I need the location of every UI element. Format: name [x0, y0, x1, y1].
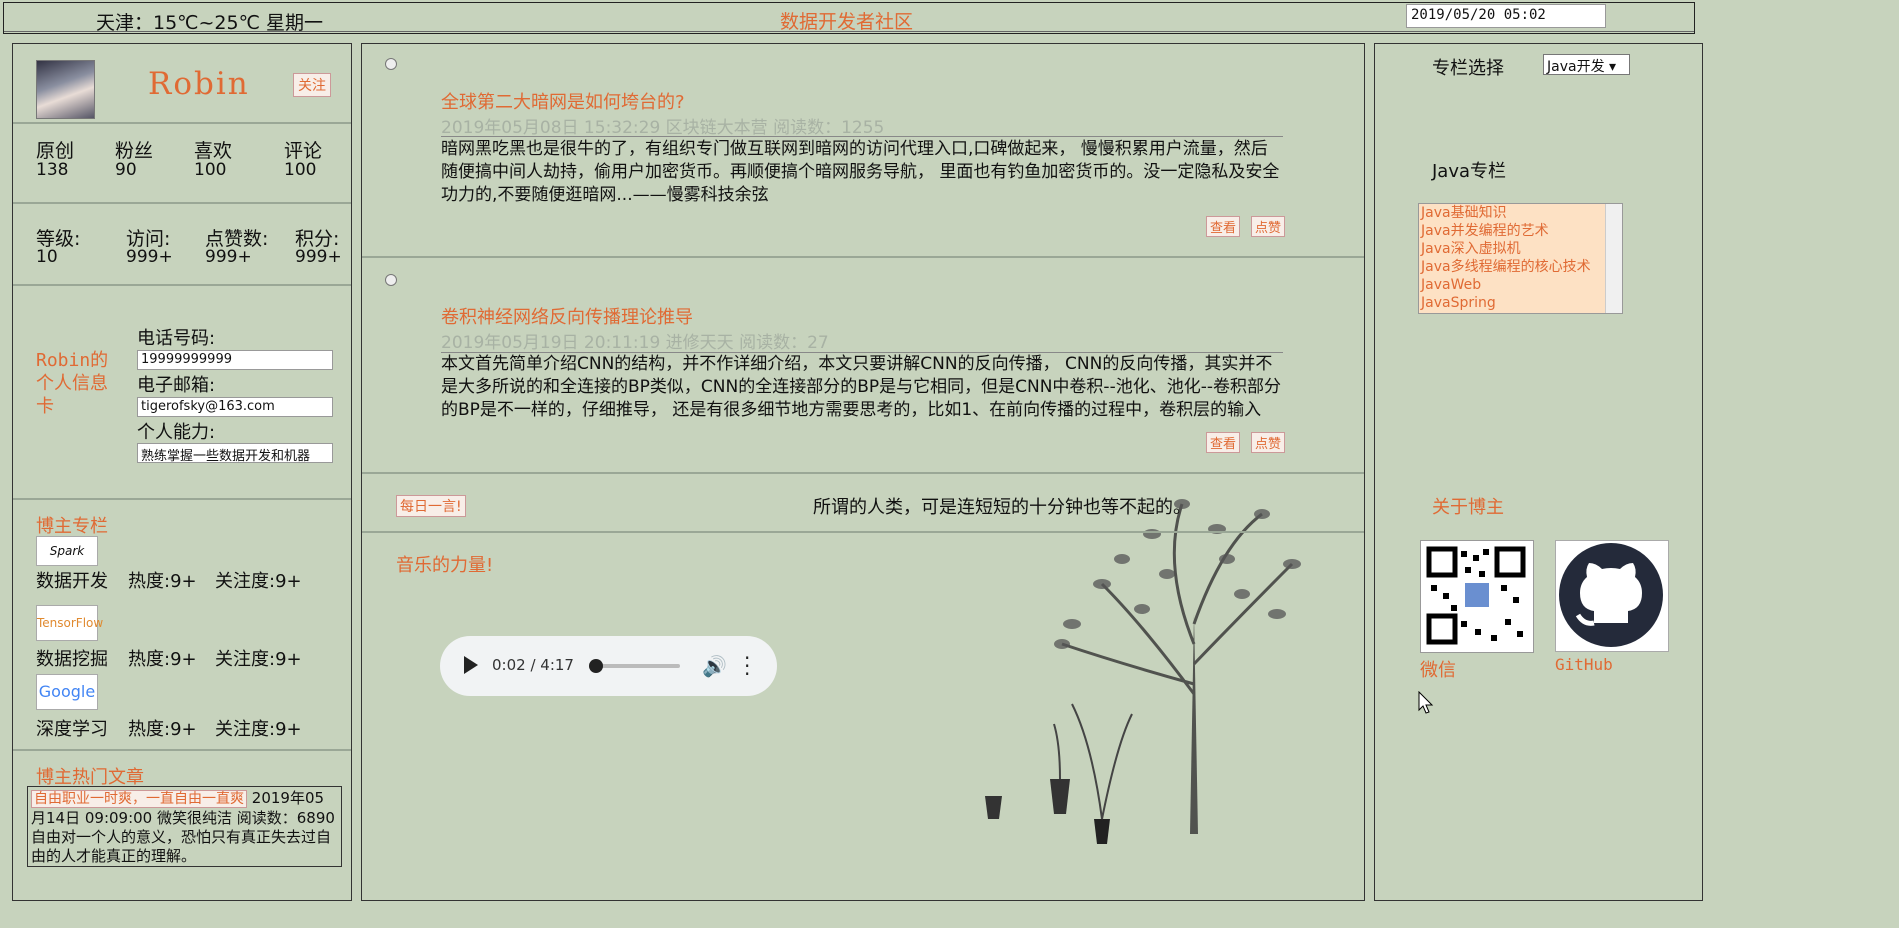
column-item-name[interactable]: 深度学习	[36, 715, 108, 741]
stat-comments-label: 评论	[284, 140, 323, 162]
hot-article[interactable]: 自由职业一时爽，一直自由一直爽 2019年05月14日 09:09:00 微笑很…	[27, 786, 342, 867]
java-list-item[interactable]: Java基础知识	[1419, 204, 1622, 222]
play-icon[interactable]	[464, 656, 478, 674]
java-list-item[interactable]: JavaSpring	[1419, 294, 1622, 312]
stat-comments-value: 100	[284, 160, 317, 180]
java-list-item[interactable]: JavaWeb	[1419, 276, 1622, 294]
phone-label: 电话号码:	[137, 328, 216, 349]
stat-original-label: 原创	[36, 140, 75, 162]
stat-visits-value: 999+	[126, 247, 173, 267]
tensorflow-logo: TensorFlow	[36, 605, 103, 641]
daily-quote-button[interactable]: 每日一言!	[396, 495, 466, 517]
column-select[interactable]: Java开发 ▾	[1543, 54, 1630, 75]
stat-level-value: 10	[36, 247, 58, 267]
audio-player: 0:02 / 4:17 🔊 · · ·	[440, 636, 777, 696]
article-divider	[441, 136, 1283, 137]
username: Robin	[148, 66, 250, 102]
column-item-focus: 关注度:9+	[215, 649, 302, 670]
article-summary: 本文首先简单介绍CNN的结构，并不作详细介绍，本文只要讲解CNN的反向传播， C…	[441, 354, 1281, 420]
article-title[interactable]: 卷积神经网络反向传播理论推导	[441, 303, 693, 329]
stat-fans-value: 90	[115, 160, 137, 180]
stat-points-value: 999+	[295, 247, 342, 267]
view-button[interactable]: 查看	[1206, 432, 1241, 453]
google-logo: Google	[36, 674, 98, 710]
column-item-name[interactable]: 数据挖掘	[36, 645, 108, 671]
music-title: 音乐的力量!	[396, 555, 494, 576]
column-item-focus: 关注度:9+	[215, 571, 302, 592]
java-column-title: Java专栏	[1432, 161, 1507, 182]
email-label: 电子邮箱:	[137, 375, 216, 396]
avatar	[36, 60, 95, 119]
column-item-heat: 热度:9+	[128, 571, 197, 592]
about-title: 关于博主	[1432, 497, 1504, 518]
article-select-radio[interactable]	[385, 58, 397, 70]
audio-progress-thumb[interactable]	[588, 659, 603, 673]
column-item-heat: 热度:9+	[128, 649, 197, 670]
profile-panel: Robin 关注 原创 粉丝 喜欢 评论 138 90 100 100 等级: …	[12, 43, 352, 901]
list-scrollbar[interactable]	[1605, 204, 1622, 313]
stat-fans-label: 粉丝	[115, 140, 154, 162]
hot-article-tag[interactable]: 自由职业一时爽，一直自由一直爽	[31, 790, 247, 808]
java-list-item[interactable]: Java深入虚拟机	[1419, 240, 1622, 258]
like-button[interactable]: 点赞	[1251, 432, 1286, 453]
info-card-title: Robin的个人信息卡	[36, 350, 109, 417]
column-item-name[interactable]: 数据开发	[36, 567, 108, 593]
email-field[interactable]: tigerofsky@163.com	[137, 397, 333, 417]
column-item-heat: 热度:9+	[128, 719, 197, 740]
spark-logo: Spark	[36, 536, 98, 566]
article-meta: 2019年05月19日 20:11:19 进修天天 阅读数：27	[441, 333, 829, 353]
sidebar-right: 专栏选择 Java开发 ▾ Java专栏 Java基础知识 Java并发编程的艺…	[1374, 43, 1703, 901]
wechat-qr-code	[1420, 540, 1534, 653]
columns-title: 博主专栏	[36, 516, 108, 537]
audio-progress-track[interactable]	[594, 664, 680, 668]
column-select-label: 专栏选择	[1432, 58, 1504, 79]
article-summary: 暗网黑吃黑也是很牛的了，有组织专门做互联网到暗网的访问代理入口,口碑做起来， 慢…	[441, 139, 1280, 205]
volume-icon[interactable]: 🔊	[702, 656, 727, 676]
audio-time: 0:02 / 4:17	[492, 656, 574, 674]
follow-button[interactable]: 关注	[293, 73, 331, 97]
datetime-field[interactable]: 2019/05/20 05:02	[1406, 4, 1606, 28]
article-meta: 2019年05月08日 15:32:29 区块链大本营 阅读数：1255	[441, 118, 885, 138]
article-title[interactable]: 全球第二大暗网是如何垮台的?	[441, 88, 685, 114]
stat-upvotes-value: 999+	[205, 247, 252, 267]
daily-quote-text: 所谓的人类，可是连短短的十分钟也等不起的。	[813, 497, 1191, 518]
view-button[interactable]: 查看	[1206, 216, 1241, 237]
ability-label: 个人能力:	[137, 422, 216, 443]
java-column-list[interactable]: Java基础知识 Java并发编程的艺术 Java深入虚拟机 Java多线程编程…	[1418, 203, 1623, 314]
github-icon[interactable]	[1555, 540, 1669, 652]
more-options-icon[interactable]: · · ·	[744, 648, 750, 684]
weather-info: 天津：15℃~25℃ 星期一	[96, 12, 323, 34]
github-label: GitHub	[1555, 655, 1613, 674]
java-list-item[interactable]: Java多线程编程的核心技术	[1419, 258, 1622, 276]
stat-likes-label: 喜欢	[194, 140, 233, 162]
mouse-cursor-icon	[1418, 691, 1434, 714]
stat-original-value: 138	[36, 160, 69, 180]
java-list-item[interactable]: Java并发编程的艺术	[1419, 222, 1622, 240]
article-panel: 全球第二大暗网是如何垮台的? 2019年05月08日 15:32:29 区块链大…	[361, 43, 1365, 901]
like-button[interactable]: 点赞	[1251, 216, 1286, 237]
column-item-focus: 关注度:9+	[215, 719, 302, 740]
article-select-radio[interactable]	[385, 274, 397, 286]
phone-field[interactable]: 19999999999	[137, 350, 333, 370]
ability-field[interactable]: 熟练掌握一些数据开发和机器	[137, 443, 333, 463]
stat-likes-value: 100	[194, 160, 227, 180]
site-title: 数据开发者社区	[780, 11, 914, 33]
wechat-label: 微信	[1420, 660, 1456, 681]
